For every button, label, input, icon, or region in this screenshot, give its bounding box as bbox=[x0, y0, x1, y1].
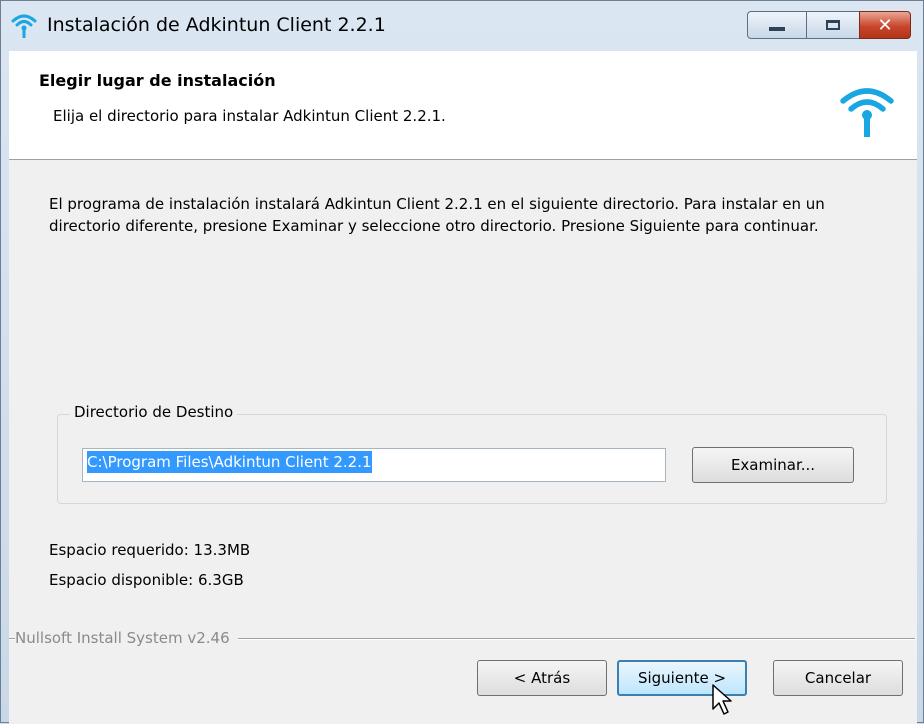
minimize-button[interactable] bbox=[747, 11, 807, 39]
space-available: Espacio disponible: 6.3GB bbox=[49, 571, 244, 589]
installer-client-area: Elegir lugar de instalación Elija el dir… bbox=[9, 51, 917, 724]
installer-window: Instalación de Adkintun Client 2.2.1 ✕ E… bbox=[0, 0, 924, 724]
branding-line: Nullsoft Install System v2.46 bbox=[9, 629, 917, 649]
window-title: Instalación de Adkintun Client 2.2.1 bbox=[47, 14, 386, 36]
minimize-icon bbox=[769, 27, 785, 31]
cancel-button[interactable]: Cancelar bbox=[773, 660, 903, 696]
mouse-cursor-icon bbox=[712, 684, 732, 715]
back-button[interactable]: < Atrás bbox=[477, 660, 607, 696]
page-subtitle: Elija el directorio para instalar Adkint… bbox=[53, 107, 446, 125]
maximize-icon bbox=[826, 20, 840, 30]
wifi-icon bbox=[11, 14, 37, 38]
maximize-button[interactable] bbox=[806, 11, 860, 39]
page-title: Elegir lugar de instalación bbox=[39, 71, 276, 90]
destination-legend: Directorio de Destino bbox=[70, 403, 238, 421]
space-required: Espacio requerido: 13.3MB bbox=[49, 541, 251, 559]
wifi-icon bbox=[840, 88, 894, 137]
intro-text: El programa de instalación instalará Adk… bbox=[49, 195, 825, 235]
close-icon: ✕ bbox=[877, 14, 893, 36]
browse-button[interactable]: Examinar... bbox=[692, 447, 854, 483]
destination-path-input[interactable]: C:\Program Files\Adkintun Client 2.2.1 bbox=[82, 448, 666, 482]
close-button[interactable]: ✕ bbox=[859, 11, 911, 39]
branding-text: Nullsoft Install System v2.46 bbox=[15, 629, 238, 647]
page-header: Elegir lugar de instalación Elija el dir… bbox=[9, 51, 917, 160]
destination-group: Directorio de Destino C:\Program Files\A… bbox=[57, 403, 887, 504]
destination-path-value: C:\Program Files\Adkintun Client 2.2.1 bbox=[87, 451, 372, 473]
title-bar[interactable]: Instalación de Adkintun Client 2.2.1 ✕ bbox=[1, 1, 923, 51]
